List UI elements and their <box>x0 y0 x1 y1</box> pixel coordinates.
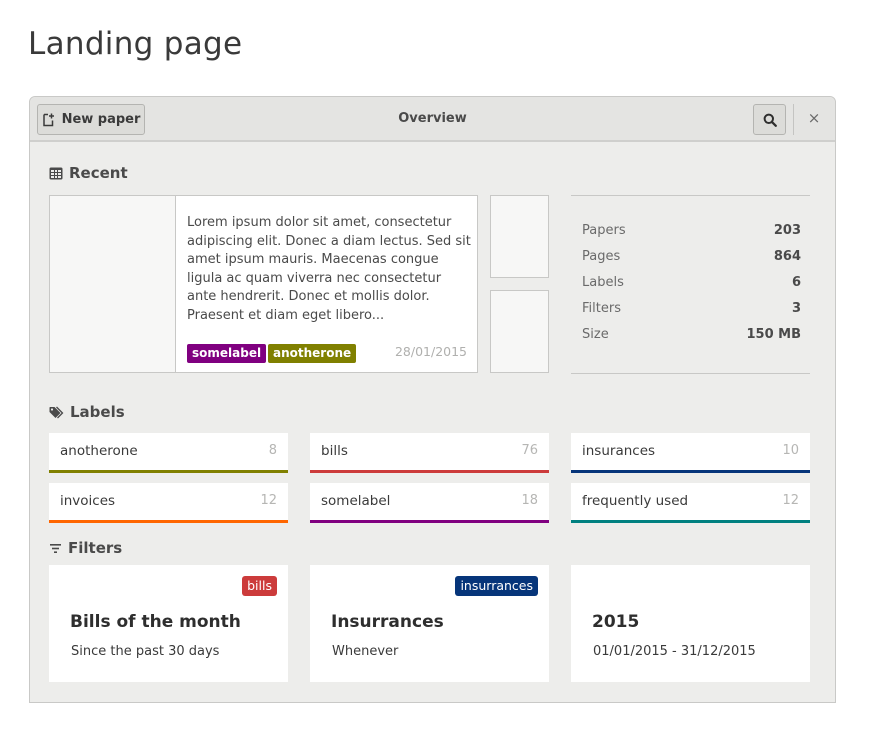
label-name: invoices <box>60 493 116 509</box>
app-window: New paper Overview × Recent Lorem ipsum … <box>29 96 836 703</box>
label-color-bar <box>310 520 549 523</box>
stat-label: Labels <box>582 275 624 290</box>
stats-panel: Papers 203 Pages 864 Labels 6 Filters 3 … <box>571 195 810 374</box>
stat-label: Papers <box>582 223 626 238</box>
table-icon <box>49 167 63 179</box>
label-card-bills[interactable]: bills 76 <box>310 433 549 473</box>
close-button[interactable]: × <box>805 109 823 129</box>
search-icon <box>763 113 777 127</box>
recent-heading: Recent <box>49 164 128 182</box>
stat-row: Filters 3 <box>582 301 801 321</box>
label-count: 12 <box>260 493 277 508</box>
recent-thumbnail[interactable] <box>490 195 549 278</box>
label-count: 18 <box>521 493 538 508</box>
label-color-bar <box>49 520 288 523</box>
stat-label: Size <box>582 327 609 342</box>
stat-value: 3 <box>791 301 801 316</box>
filter-card-bills-of-the-month[interactable]: bills Bills of the month Since the past … <box>49 565 288 682</box>
paper-date: 28/01/2015 <box>394 344 467 359</box>
filter-card-2015[interactable]: 2015 01/01/2015 - 31/12/2015 <box>571 565 810 682</box>
paper-thumbnail[interactable] <box>50 196 176 372</box>
label-name: frequently used <box>582 493 689 509</box>
label-color-bar <box>571 520 810 523</box>
header-title: Overview <box>398 111 467 126</box>
stat-value: 6 <box>791 275 801 290</box>
label-card-anotherone[interactable]: anotherone 8 <box>49 433 288 473</box>
label-count: 10 <box>782 443 799 458</box>
label-name: bills <box>321 443 348 459</box>
header-separator <box>793 104 794 135</box>
label-card-frequently-used[interactable]: frequently used 12 <box>571 483 810 523</box>
label-card-somelabel[interactable]: somelabel 18 <box>310 483 549 523</box>
filter-subtitle: 01/01/2015 - 31/12/2015 <box>593 644 756 659</box>
filter-subtitle: Since the past 30 days <box>71 644 220 659</box>
filters-heading-label: Filters <box>68 539 123 557</box>
label-count: 76 <box>521 443 538 458</box>
paper-tag[interactable]: somelabel <box>187 344 267 363</box>
recent-paper-card[interactable]: Lorem ipsum dolor sit amet, consectetur … <box>49 195 478 373</box>
filter-subtitle: Whenever <box>332 644 399 659</box>
label-name: somelabel <box>321 493 391 509</box>
filter-title: Bills of the month <box>70 612 241 632</box>
stat-value: 150 MB <box>746 327 801 342</box>
stat-value: 864 <box>773 249 801 264</box>
search-button[interactable] <box>753 104 786 135</box>
label-card-insurances[interactable]: insurances 10 <box>571 433 810 473</box>
recent-thumbnail[interactable] <box>490 290 549 373</box>
label-name: insurances <box>582 443 656 459</box>
tags-icon <box>49 406 64 418</box>
stat-row: Size 150 MB <box>582 327 801 347</box>
stat-value: 203 <box>773 223 801 238</box>
page-title: Landing page <box>28 26 243 62</box>
labels-heading-label: Labels <box>70 403 125 421</box>
filters-heading: Filters <box>49 539 122 557</box>
filter-title: 2015 <box>592 612 640 632</box>
filter-card-insurrances[interactable]: insurrances Insurrances Whenever <box>310 565 549 682</box>
filter-tag: bills <box>242 576 277 596</box>
label-color-bar <box>571 470 810 473</box>
label-color-bar <box>49 470 288 473</box>
recent-heading-label: Recent <box>69 164 128 182</box>
header-bar: New paper Overview × <box>30 97 835 142</box>
filter-tag: insurrances <box>455 576 538 596</box>
paper-excerpt: Lorem ipsum dolor sit amet, consectetur … <box>187 215 471 323</box>
filter-icon <box>50 543 61 553</box>
label-count: 8 <box>268 443 277 458</box>
label-card-invoices[interactable]: invoices 12 <box>49 483 288 523</box>
paper-tag[interactable]: anotherone <box>268 344 357 363</box>
label-color-bar <box>310 470 549 473</box>
stat-row: Pages 864 <box>582 249 801 269</box>
stat-row: Labels 6 <box>582 275 801 295</box>
stat-label: Pages <box>582 249 621 264</box>
stat-label: Filters <box>582 301 621 316</box>
labels-heading: Labels <box>49 403 125 421</box>
filter-title: Insurrances <box>331 612 444 632</box>
label-count: 12 <box>782 493 799 508</box>
label-name: anotherone <box>60 443 138 459</box>
stat-row: Papers 203 <box>582 223 801 243</box>
